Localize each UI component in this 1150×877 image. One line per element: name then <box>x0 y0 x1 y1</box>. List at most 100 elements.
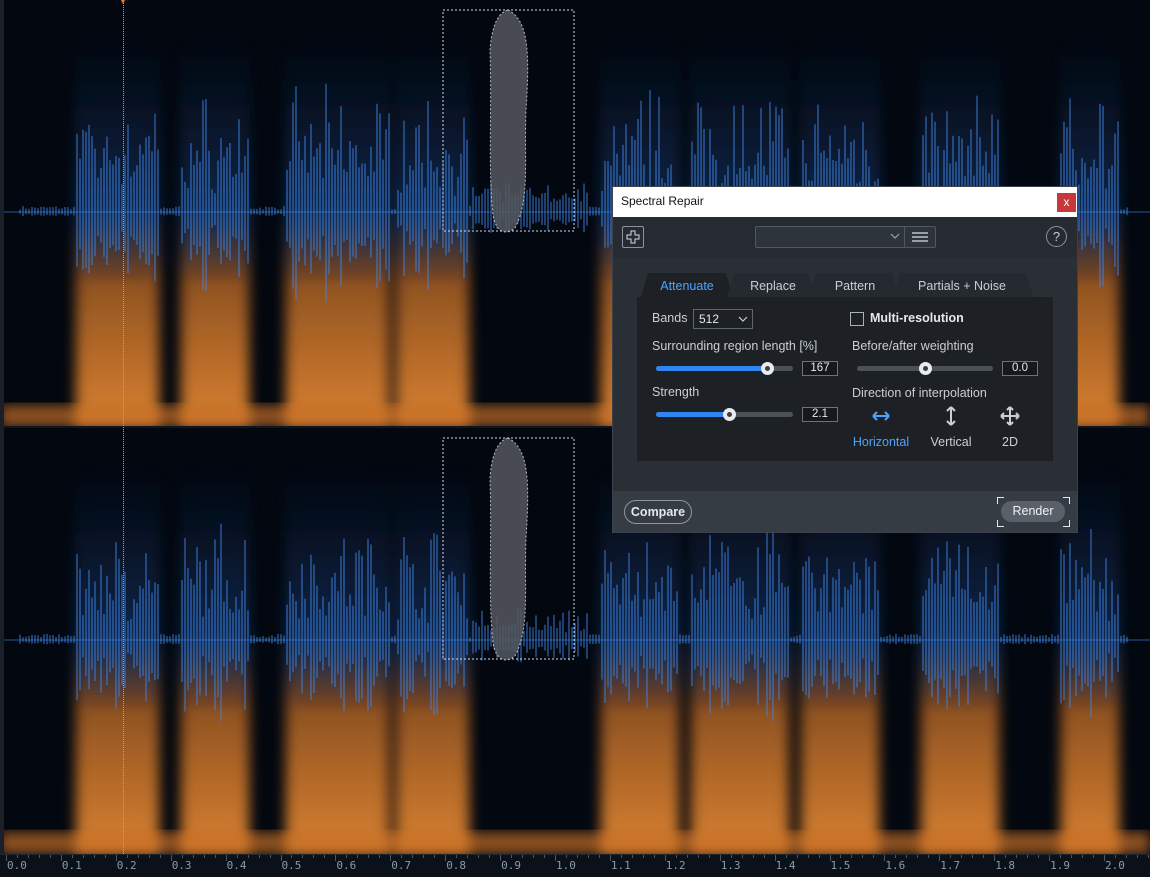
strength-slider[interactable] <box>656 408 793 421</box>
direction-2d-option[interactable]: 2D <box>978 405 1042 453</box>
ruler-minor-tick <box>653 855 655 858</box>
ruler-tick-label: 1.2 <box>665 859 686 872</box>
module-content: Attenuate Replace Pattern Partials + Noi… <box>613 257 1077 491</box>
ruler-tick-label: 1.9 <box>1050 859 1070 872</box>
ruler-minor-tick <box>49 855 51 858</box>
ruler-minor-tick <box>126 855 128 858</box>
ruler-minor-tick <box>489 855 491 858</box>
ruler-minor-tick <box>16 855 18 858</box>
chevron-down-icon <box>890 233 900 239</box>
ruler-minor-tick <box>983 855 985 858</box>
close-button[interactable]: x <box>1057 193 1076 212</box>
strength-label: Strength <box>652 385 700 399</box>
preset-menu-button[interactable] <box>904 226 936 248</box>
surrounding-region-value[interactable]: 167 <box>802 361 838 376</box>
slider-thumb[interactable] <box>723 408 736 421</box>
ruler-minor-tick <box>1071 855 1073 858</box>
ruler-minor-tick <box>576 855 578 858</box>
playhead-marker-icon[interactable] <box>119 0 127 4</box>
ruler-minor-tick <box>379 855 381 858</box>
tab-pattern[interactable]: Pattern <box>813 273 897 297</box>
tab-replace[interactable]: Replace <box>733 273 813 297</box>
ruler-minor-tick <box>401 855 403 858</box>
direction-horizontal-label: Horizontal <box>852 435 910 449</box>
ruler-minor-tick <box>1016 855 1018 858</box>
bands-dropdown[interactable]: 512 <box>693 309 753 329</box>
lasso-selection[interactable] <box>489 9 529 233</box>
slider-thumb[interactable] <box>919 362 932 375</box>
weighting-label: Before/after weighting <box>852 339 974 353</box>
ruler-minor-tick <box>620 855 622 858</box>
bands-value: 512 <box>699 312 720 326</box>
add-preset-button[interactable] <box>622 226 644 248</box>
ruler-minor-tick <box>544 855 546 858</box>
ruler-minor-tick <box>456 855 458 858</box>
ruler-minor-tick <box>38 855 40 858</box>
ruler-tick-label: 1.6 <box>885 859 906 872</box>
help-button[interactable]: ? <box>1046 226 1067 247</box>
vertical-arrows-icon <box>946 406 956 426</box>
preset-dropdown[interactable] <box>755 226 904 248</box>
strength-value[interactable]: 2.1 <box>802 407 838 422</box>
bands-label: Bands <box>652 311 688 325</box>
ruler-tick-label: 1.3 <box>720 859 741 872</box>
ruler-tick-label: 1.0 <box>556 859 576 872</box>
ruler-tick-label: 1.4 <box>775 859 796 872</box>
slider-fill <box>656 366 767 371</box>
spectral-repair-window: Spectral Repair x ? Attenuate Replace Pa… <box>613 187 1077 532</box>
ruler-minor-tick <box>565 855 567 858</box>
slider-fill <box>656 412 729 417</box>
window-titlebar[interactable]: Spectral Repair x <box>613 187 1077 217</box>
ruler-minor-tick <box>434 855 436 858</box>
ruler-minor-tick <box>1125 855 1127 858</box>
ruler-minor-tick <box>192 855 194 858</box>
ruler-minor-tick <box>181 855 183 858</box>
ruler-tick-label: 0.2 <box>116 859 137 872</box>
weighting-value[interactable]: 0.0 <box>1002 361 1038 376</box>
ruler-minor-tick <box>104 855 106 858</box>
ruler-minor-tick <box>203 855 205 858</box>
ruler-minor-tick <box>631 855 633 858</box>
multi-resolution-label: Multi-resolution <box>870 311 964 325</box>
slider-thumb[interactable] <box>761 362 774 375</box>
ruler-minor-tick <box>478 855 480 858</box>
ruler-minor-tick <box>972 855 974 858</box>
tab-partials-noise[interactable]: Partials + Noise <box>897 273 1027 297</box>
time-ruler[interactable]: 0.0 0.1 0.2 0.3 0.4 0.5 0.6 0.7 0.8 0.9 1.0 1.1 1.2 1… <box>0 854 1150 877</box>
playhead-cursor[interactable] <box>123 0 124 854</box>
ruler-tick-label: 1.1 <box>610 859 631 872</box>
ruler-minor-tick <box>895 855 897 858</box>
hamburger-menu-icon <box>912 232 928 242</box>
ruler-minor-tick <box>851 855 853 858</box>
ruler-minor-tick <box>807 855 809 858</box>
multi-resolution-checkbox[interactable] <box>850 312 864 326</box>
plus-icon <box>626 230 640 244</box>
ruler-minor-tick <box>346 855 348 858</box>
ruler-minor-tick <box>148 855 150 858</box>
ruler-minor-tick <box>313 855 315 858</box>
render-button[interactable]: Render <box>1001 501 1065 522</box>
ruler-tick-label: 0.9 <box>501 859 521 872</box>
direction-horizontal-option[interactable]: Horizontal <box>849 405 913 453</box>
direction-vertical-label: Vertical <box>930 435 972 449</box>
ruler-minor-tick <box>1136 855 1138 858</box>
weighting-slider[interactable] <box>857 362 993 375</box>
direction-vertical-option[interactable]: Vertical <box>919 405 983 453</box>
horizontal-arrows-icon <box>872 411 890 421</box>
lasso-selection[interactable] <box>489 437 529 661</box>
compare-button[interactable]: Compare <box>624 500 692 524</box>
ruler-minor-tick <box>533 855 535 858</box>
ruler-tick-label: 0.1 <box>61 859 82 872</box>
ruler-minor-tick <box>269 855 271 858</box>
ruler-minor-tick <box>368 855 370 858</box>
ruler-minor-tick <box>763 855 765 858</box>
surrounding-region-slider[interactable] <box>656 362 793 375</box>
ruler-minor-tick <box>862 855 864 858</box>
attenuate-panel: Bands 512 Multi-resolution Surrounding r… <box>637 297 1053 461</box>
tab-attenuate[interactable]: Attenuate <box>641 273 733 297</box>
ruler-tick-label: 2.0 <box>1105 859 1125 872</box>
ruler-minor-tick <box>785 855 787 858</box>
channel-edge-bar <box>0 0 4 854</box>
dialog-footer: Compare Render <box>613 491 1077 532</box>
ruler-minor-tick <box>258 855 260 858</box>
